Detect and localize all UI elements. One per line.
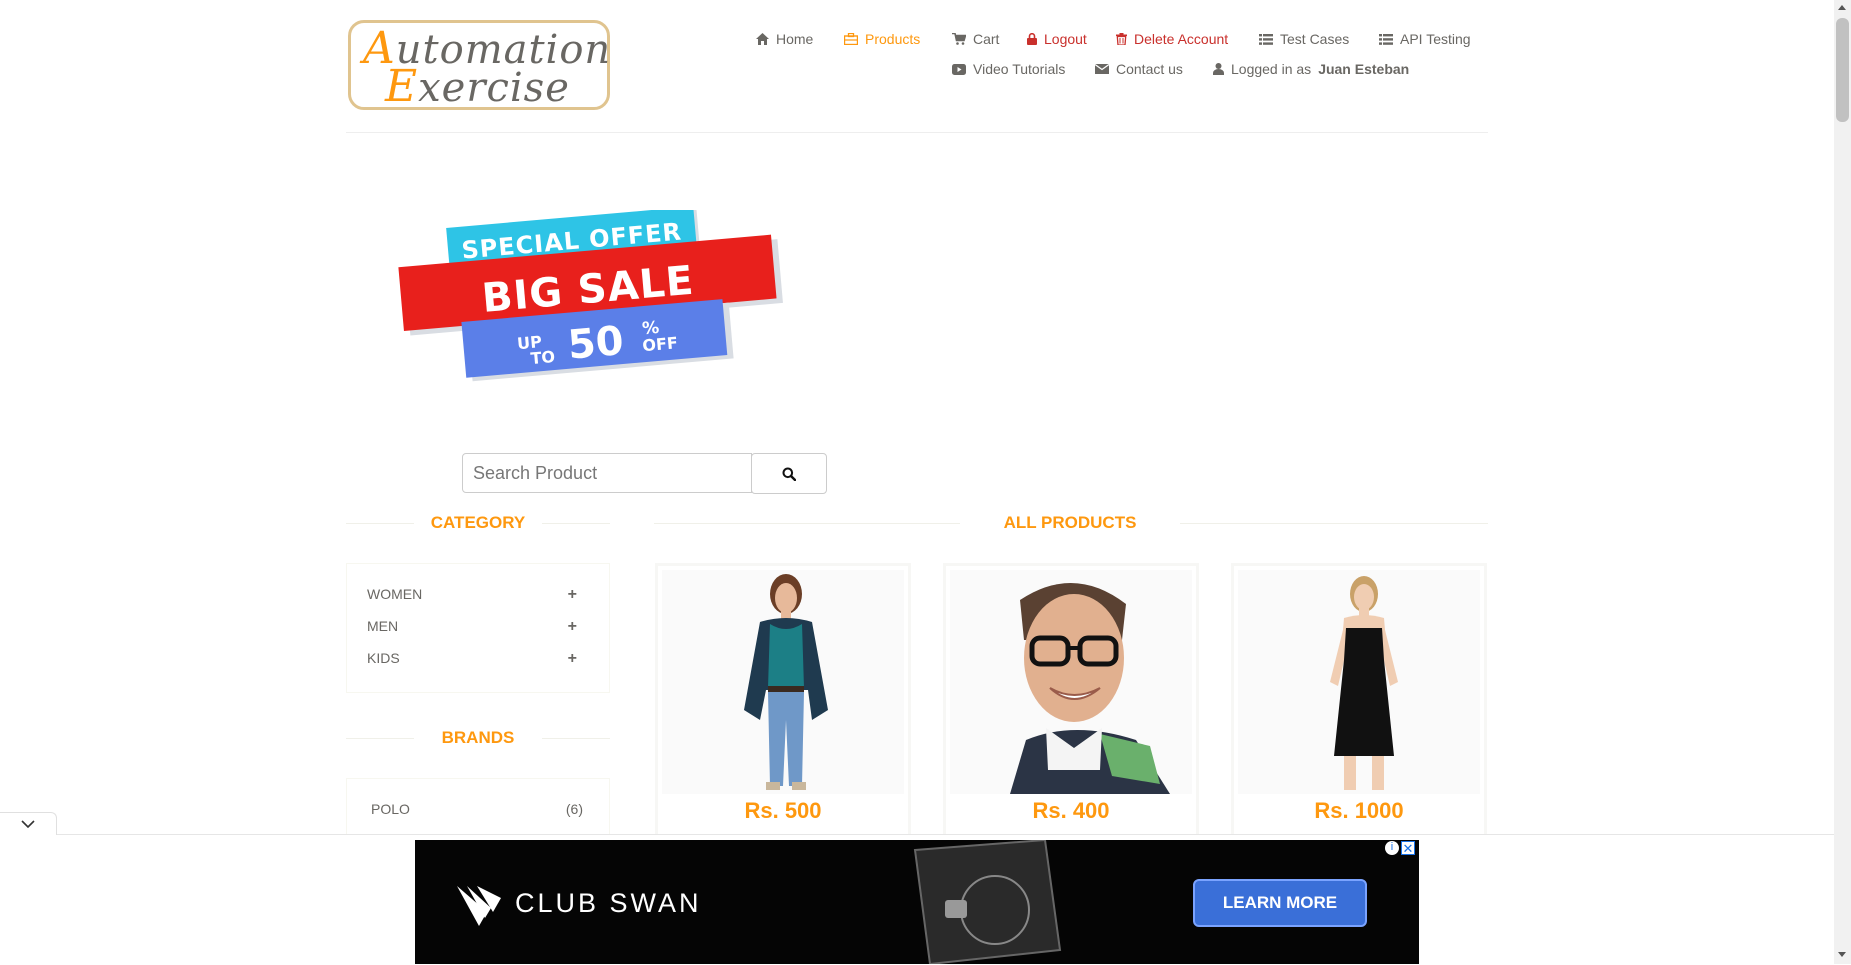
brand-item-polo[interactable]: POLO (6) — [371, 801, 583, 817]
header-divider — [346, 132, 1488, 133]
nav-delete-account[interactable]: Delete Account — [1116, 31, 1228, 47]
products-icon — [844, 33, 858, 45]
list-icon — [1379, 33, 1393, 45]
product-card: Rs. 500 — [655, 563, 911, 843]
ad-learn-more-button[interactable]: LEARN MORE — [1193, 879, 1367, 927]
cart-icon — [952, 33, 966, 45]
brands-panel: POLO (6) — [346, 778, 610, 838]
nav-video-tutorials-label: Video Tutorials — [973, 61, 1066, 77]
category-label: MEN — [367, 618, 399, 634]
youtube-play-icon — [952, 63, 966, 75]
scroll-down-arrow-icon[interactable] — [1838, 952, 1846, 957]
banner-to: TO — [530, 347, 556, 368]
brands-title: BRANDS — [441, 728, 515, 747]
search-button[interactable] — [751, 453, 827, 494]
products-title-rule-left — [654, 523, 960, 524]
product-price: Rs. 1000 — [1314, 798, 1404, 823]
ad-close-icon[interactable]: ✕ — [1401, 841, 1415, 855]
product-price: Rs. 400 — [1032, 798, 1110, 823]
plus-icon: + — [567, 586, 577, 603]
nav-test-cases-label: Test Cases — [1280, 31, 1350, 47]
nav-home-label: Home — [776, 31, 814, 47]
user-icon — [1213, 63, 1224, 75]
ad-collapse-toggle[interactable] — [0, 812, 57, 835]
banner-fifty: 50 — [566, 318, 625, 369]
nav-api-testing-label: API Testing — [1400, 31, 1471, 47]
search-product-input[interactable] — [462, 453, 752, 493]
banner-off: OFF — [642, 333, 679, 355]
category-title-rule-left — [346, 523, 414, 524]
nav-api-testing[interactable]: API Testing — [1379, 31, 1471, 47]
lock-icon — [1027, 33, 1037, 45]
scroll-up-arrow-icon[interactable] — [1838, 5, 1846, 10]
nav-test-cases[interactable]: Test Cases — [1259, 31, 1349, 47]
ad-card-image — [913, 840, 1062, 964]
trash-icon — [1116, 33, 1127, 45]
home-icon — [756, 33, 769, 45]
products-title-rule-right — [1180, 523, 1488, 524]
brands-title-rule-right — [542, 738, 610, 739]
plus-icon: + — [567, 650, 577, 667]
product-price: Rs. 500 — [744, 798, 822, 823]
page-scrollbar[interactable] — [1834, 0, 1851, 964]
list-icon — [1259, 33, 1273, 45]
nav-contact-us[interactable]: Contact us — [1095, 61, 1183, 77]
nav-products-label: Products — [865, 31, 921, 47]
nav-contact-us-label: Contact us — [1116, 61, 1183, 77]
category-panel: WOMEN + MEN + KIDS + — [346, 563, 610, 693]
chevron-down-icon — [21, 820, 35, 828]
site-logo[interactable]: Automation Exercise — [348, 20, 610, 110]
nav-cart-label: Cart — [973, 31, 1000, 47]
scrollbar-thumb[interactable] — [1836, 18, 1849, 122]
envelope-icon — [1095, 64, 1109, 74]
club-swan-ad[interactable]: CLUB SWAN LEARN MORE i ✕ — [415, 840, 1419, 964]
nav-home[interactable]: Home — [756, 31, 813, 47]
logged-in-prefix: Logged in as — [1231, 61, 1312, 77]
category-title-rule-right — [542, 523, 610, 524]
nav-cart[interactable]: Cart — [952, 31, 999, 47]
search-icon — [782, 467, 796, 481]
product-image-woman-black-dress[interactable] — [1238, 570, 1480, 794]
nav-products[interactable]: Products — [844, 31, 920, 47]
logo-line-2: Exercise — [385, 61, 570, 112]
ad-brand-name: CLUB SWAN — [515, 888, 702, 918]
plus-icon: + — [567, 618, 577, 635]
product-image-man-glasses[interactable] — [950, 570, 1192, 794]
brand-label: POLO — [371, 801, 410, 817]
product-card: Rs. 400 — [943, 563, 1199, 843]
nav-logout[interactable]: Logout — [1027, 31, 1087, 47]
sale-banner: SPECIAL OFFER BIG SALE UP TO 50 % OFF — [398, 210, 783, 382]
category-label: KIDS — [367, 650, 400, 666]
brand-count: (6) — [565, 801, 583, 817]
club-swan-logo-icon — [457, 886, 501, 926]
logged-in-username: Juan Esteban — [1318, 61, 1410, 77]
nav-logout-label: Logout — [1044, 31, 1087, 47]
ad-info-icon[interactable]: i — [1385, 841, 1399, 855]
nav-delete-account-label: Delete Account — [1134, 31, 1229, 47]
brands-title-rule-left — [346, 738, 414, 739]
category-item-women[interactable]: WOMEN + — [367, 586, 585, 604]
nav-video-tutorials[interactable]: Video Tutorials — [952, 61, 1065, 77]
category-label: WOMEN — [367, 586, 423, 602]
category-item-kids[interactable]: KIDS + — [367, 650, 585, 668]
all-products-title: ALL PRODUCTS — [1003, 513, 1137, 532]
category-title: CATEGORY — [430, 513, 526, 532]
nav-logged-in-user: Logged in as Juan Esteban — [1213, 61, 1409, 77]
product-card: Rs. 1000 — [1231, 563, 1487, 843]
product-image-woman-cardigan[interactable] — [662, 570, 904, 794]
category-item-men[interactable]: MEN + — [367, 618, 585, 636]
